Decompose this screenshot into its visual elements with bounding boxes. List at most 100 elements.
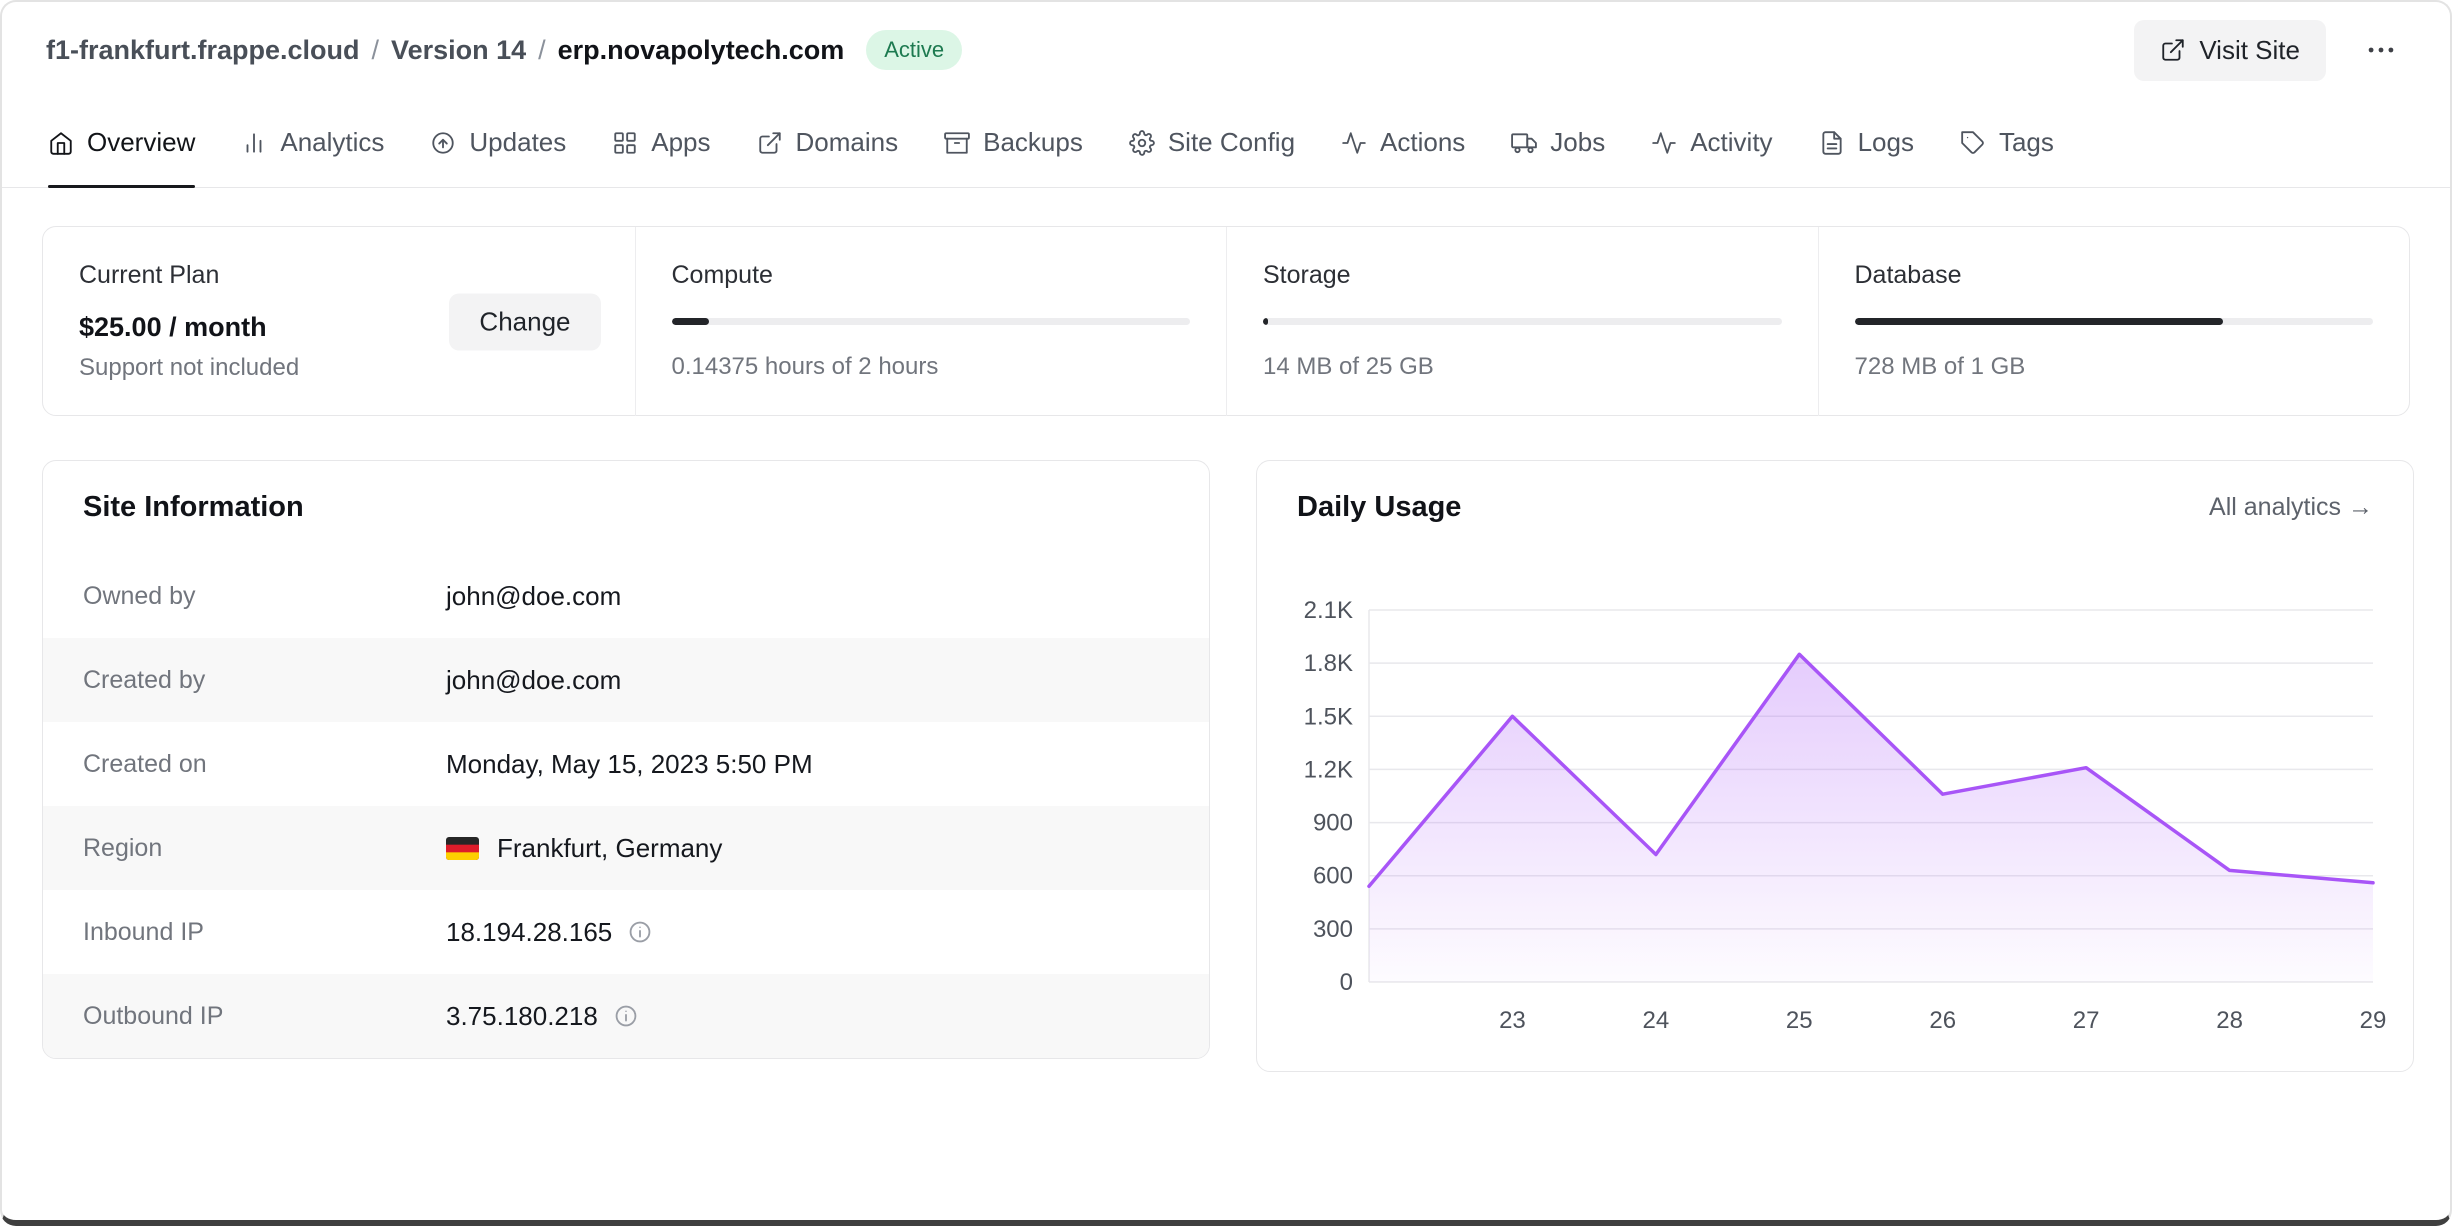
compute-progress-bar — [672, 318, 1191, 325]
all-analytics-link[interactable]: All analytics → — [2209, 493, 2373, 522]
tab-label: Logs — [1858, 127, 1914, 158]
breadcrumb-version[interactable]: Version 14 — [391, 35, 526, 66]
info-value: 3.75.180.218 — [446, 1001, 639, 1032]
activity-icon — [1341, 130, 1367, 156]
svg-text:27: 27 — [2073, 1007, 2100, 1034]
tab-label: Apps — [651, 127, 710, 158]
bar-chart-icon — [241, 130, 267, 156]
info-label: Inbound IP — [83, 918, 446, 947]
external-link-icon — [2160, 37, 2186, 63]
tab-analytics[interactable]: Analytics — [241, 98, 384, 187]
detail-cards-row: Site Information Owned byjohn@doe.comCre… — [42, 460, 2410, 1072]
site-information-card: Site Information Owned byjohn@doe.comCre… — [42, 460, 1210, 1059]
site-dashboard: f1-frankfurt.frappe.cloud / Version 14 /… — [0, 0, 2452, 1226]
external-link-icon — [757, 130, 783, 156]
svg-text:900: 900 — [1313, 810, 1353, 837]
info-label: Owned by — [83, 582, 446, 611]
tab-site-config[interactable]: Site Config — [1129, 98, 1295, 187]
svg-text:300: 300 — [1313, 916, 1353, 943]
archive-icon — [944, 130, 970, 156]
info-value: 18.194.28.165 — [446, 917, 653, 948]
tab-logs[interactable]: Logs — [1819, 98, 1914, 187]
more-options-button[interactable] — [2356, 25, 2406, 75]
svg-text:25: 25 — [1786, 1007, 1813, 1034]
breadcrumb-separator: / — [372, 35, 380, 66]
site-information-table: Owned byjohn@doe.comCreated byjohn@doe.c… — [43, 554, 1209, 1058]
compute-title: Compute — [672, 261, 1191, 290]
daily-usage-title: Daily Usage — [1297, 491, 1461, 524]
info-value: Monday, May 15, 2023 5:50 PM — [446, 749, 813, 780]
compute-card: Compute 0.14375 hours of 2 hours — [635, 227, 1227, 416]
database-title: Database — [1855, 261, 2374, 290]
database-progress-bar — [1855, 318, 2374, 325]
info-value: Frankfurt, Germany — [446, 833, 722, 864]
tab-label: Updates — [469, 127, 566, 158]
tab-updates[interactable]: Updates — [430, 98, 566, 187]
table-row: RegionFrankfurt, Germany — [43, 806, 1209, 890]
storage-caption: 14 MB of 25 GB — [1263, 353, 1782, 381]
current-plan-title: Current Plan — [79, 261, 599, 290]
daily-usage-header: Daily Usage All analytics → — [1257, 461, 2413, 554]
ellipsis-icon — [2364, 33, 2398, 67]
table-row: Outbound IP3.75.180.218 — [43, 974, 1209, 1058]
tab-bar: Overview Analytics Updates Apps Domains Backu… — [2, 98, 2450, 188]
tab-label: Domains — [796, 127, 899, 158]
daily-usage-chart: 03006009001.2K1.5K1.8K2.1K23242526272829 — [1281, 570, 2389, 1040]
breadcrumb-separator: / — [538, 35, 546, 66]
breadcrumb: f1-frankfurt.frappe.cloud / Version 14 /… — [46, 35, 844, 66]
tab-label: Tags — [1999, 127, 2054, 158]
tab-jobs[interactable]: Jobs — [1511, 98, 1605, 187]
svg-text:28: 28 — [2216, 1007, 2243, 1034]
breadcrumb-bench[interactable]: f1-frankfurt.frappe.cloud — [46, 35, 360, 66]
arrow-up-circle-icon — [430, 130, 456, 156]
table-row: Created onMonday, May 15, 2023 5:50 PM — [43, 722, 1209, 806]
site-information-title: Site Information — [83, 491, 304, 524]
svg-text:23: 23 — [1499, 1007, 1526, 1034]
table-row: Inbound IP18.194.28.165 — [43, 890, 1209, 974]
svg-text:0: 0 — [1340, 969, 1353, 996]
tab-label: Actions — [1380, 127, 1465, 158]
database-caption: 728 MB of 1 GB — [1855, 353, 2374, 381]
info-icon[interactable] — [613, 1003, 639, 1029]
truck-icon — [1511, 130, 1537, 156]
info-value: john@doe.com — [446, 581, 621, 612]
visit-site-label: Visit Site — [2199, 35, 2300, 66]
compute-caption: 0.14375 hours of 2 hours — [672, 353, 1191, 381]
germany-flag-icon — [446, 837, 479, 860]
info-label: Created by — [83, 666, 446, 695]
grid-icon — [612, 130, 638, 156]
header: f1-frankfurt.frappe.cloud / Version 14 /… — [2, 2, 2450, 98]
site-information-header: Site Information — [43, 461, 1209, 554]
tab-label: Activity — [1690, 127, 1772, 158]
header-actions: Visit Site — [2134, 20, 2406, 81]
storage-progress-bar — [1263, 318, 1782, 325]
tab-actions[interactable]: Actions — [1341, 98, 1465, 187]
daily-usage-chart-area: 03006009001.2K1.5K1.8K2.1K23242526272829 — [1257, 554, 2413, 1071]
visit-site-button[interactable]: Visit Site — [2134, 20, 2326, 81]
svg-text:2.1K: 2.1K — [1304, 597, 1353, 624]
svg-text:1.2K: 1.2K — [1304, 756, 1353, 783]
status-badge: Active — [866, 30, 962, 70]
home-icon — [48, 130, 74, 156]
info-value: john@doe.com — [446, 665, 621, 696]
plan-support-note: Support not included — [79, 354, 599, 382]
storage-card: Storage 14 MB of 25 GB — [1226, 227, 1818, 416]
table-row: Owned byjohn@doe.com — [43, 554, 1209, 638]
tab-label: Overview — [87, 127, 195, 158]
tab-overview[interactable]: Overview — [48, 98, 195, 187]
current-plan-card: Current Plan $25.00 / month Support not … — [43, 227, 635, 416]
tab-domains[interactable]: Domains — [757, 98, 899, 187]
info-label: Region — [83, 834, 446, 863]
tab-tags[interactable]: Tags — [1960, 98, 2054, 187]
tag-icon — [1960, 130, 1986, 156]
info-icon[interactable] — [627, 919, 653, 945]
svg-text:24: 24 — [1643, 1007, 1670, 1034]
header-left: f1-frankfurt.frappe.cloud / Version 14 /… — [46, 30, 962, 70]
svg-text:1.5K: 1.5K — [1304, 703, 1353, 730]
breadcrumb-site-name: erp.novapolytech.com — [558, 35, 845, 66]
info-label: Outbound IP — [83, 1002, 446, 1031]
tab-activity[interactable]: Activity — [1651, 98, 1772, 187]
tab-apps[interactable]: Apps — [612, 98, 710, 187]
change-plan-button[interactable]: Change — [449, 293, 600, 350]
tab-backups[interactable]: Backups — [944, 98, 1083, 187]
